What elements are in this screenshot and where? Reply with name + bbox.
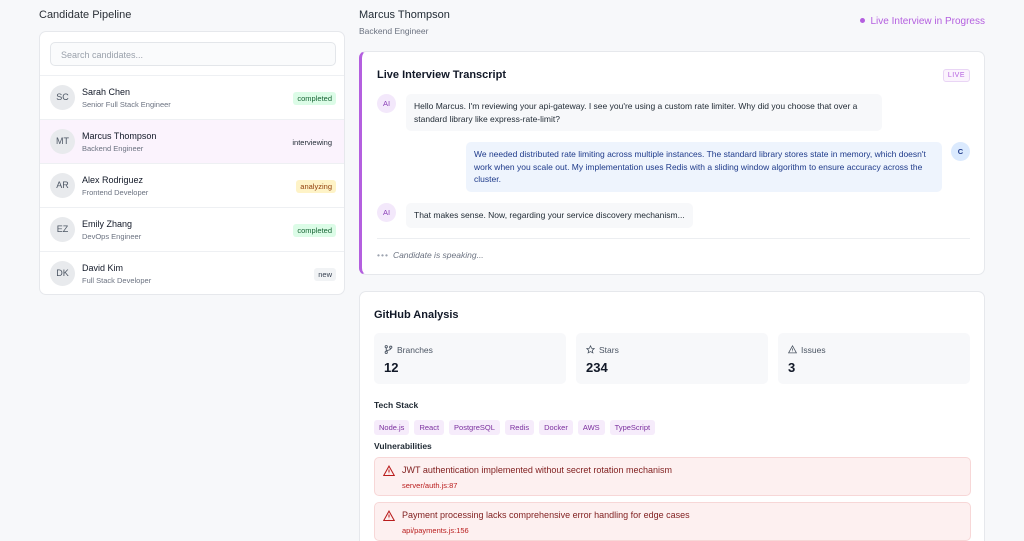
vulnerability-title: Payment processing lacks comprehensive e… [402,510,690,520]
avatar: SC [50,85,75,110]
status-badge: completed [293,92,336,105]
avatar: EZ [50,217,75,242]
stat-branches: Branches 12 [374,333,566,384]
stat-value: 3 [788,360,796,375]
vulnerabilities-label: Vulnerabilities [374,441,432,451]
stat-stars: Stars 234 [576,333,768,384]
status-badge: new [314,268,336,281]
vulnerability-item[interactable]: Payment processing lacks comprehensive e… [374,502,971,541]
ai-avatar: AI [377,203,396,222]
avatar: MT [50,129,75,154]
warning-icon [383,465,395,477]
live-status-text: Live Interview in Progress [870,16,986,27]
candidate-message: We needed distributed rate limiting acro… [466,142,942,192]
candidate-list: SC Sarah Chen Senior Full Stack Engineer… [40,75,344,294]
candidate-name: Alex Rodriguez [82,175,144,185]
github-analysis-card: GitHub Analysis Branches 12 Stars 234 Is… [359,291,985,541]
avatar: AR [50,173,75,198]
typing-dots-icon: ••• [377,250,389,260]
candidate-name: David Kim [82,263,124,273]
status-badge: interviewing [292,138,332,147]
warning-icon [787,345,798,354]
speaking-indicator: ••• Candidate is speaking... [377,250,484,260]
page-subtitle: Backend Engineer [359,26,429,36]
tech-tag: Node.js [374,420,410,435]
vulnerability-title: JWT authentication implemented without s… [402,465,672,475]
tech-stack-label: Tech Stack [374,400,419,410]
tech-stack-tags: Node.js React PostgreSQL Redis Docker AWS Type… [374,417,660,435]
status-badge: analyzing [296,180,336,193]
tech-tag: PostgreSQL [449,420,500,435]
candidate-role: Frontend Developer [82,188,149,197]
ai-message: Hello Marcus. I'm reviewing your api-gat… [406,94,882,131]
candidate-role: Backend Engineer [82,144,144,153]
status-badge: completed [293,224,336,237]
candidate-role: DevOps Engineer [82,232,142,241]
divider [377,238,970,239]
transcript-title: Live Interview Transcript [377,69,506,81]
tech-tag: Docker [539,420,573,435]
avatar: DK [50,261,75,286]
candidate-name: Emily Zhang [82,219,133,229]
transcript-card: Live Interview Transcript LIVE AI Hello … [359,51,985,275]
pipeline-title: Candidate Pipeline [39,9,132,21]
live-dot-icon [859,17,865,23]
search-input[interactable]: Search candidates... [50,42,336,66]
candidate-row[interactable]: SC Sarah Chen Senior Full Stack Engineer… [40,75,344,119]
branch-icon [384,345,393,355]
candidate-row[interactable]: MT Marcus Thompson Backend Engineer inte… [40,119,344,163]
ai-avatar: AI [377,94,396,113]
candidate-role: Senior Full Stack Engineer [82,100,171,109]
candidate-row[interactable]: AR Alex Rodriguez Frontend Developer ana… [40,163,344,207]
tech-tag: TypeScript [609,420,656,435]
stat-issues: Issues 3 [778,333,970,384]
tech-tag: AWS [577,420,605,435]
vulnerability-item[interactable]: JWT authentication implemented without s… [374,457,971,496]
candidate-avatar: C [951,142,970,161]
stat-label: Stars [599,345,619,355]
page-title: Marcus Thompson [359,9,450,21]
candidate-name: Marcus Thompson [82,131,157,141]
stat-value: 234 [586,360,608,375]
warning-icon [383,510,395,522]
candidate-role: Full Stack Developer [82,276,152,285]
vulnerability-file: api/payments.js:156 [402,526,469,535]
github-title: GitHub Analysis [374,309,459,321]
tech-tag: React [414,420,445,435]
stat-label: Branches [397,345,433,355]
vulnerability-file: server/auth.js:87 [402,481,458,490]
candidate-row[interactable]: DK David Kim Full Stack Developer new [40,251,344,294]
pipeline-card: Search candidates... SC Sarah Chen Senio… [39,31,345,295]
stat-value: 12 [384,360,399,375]
speaking-text: Candidate is speaking... [392,250,484,260]
live-badge: LIVE [942,69,970,82]
candidate-row[interactable]: EZ Emily Zhang DevOps Engineer completed [40,207,344,251]
candidate-name: Sarah Chen [82,87,131,97]
ai-message: That makes sense. Now, regarding your se… [406,203,693,228]
star-icon [585,345,596,354]
stat-label: Issues [801,345,826,355]
tech-tag: Redis [504,420,535,435]
live-status-indicator: Live Interview in Progress [859,16,986,27]
